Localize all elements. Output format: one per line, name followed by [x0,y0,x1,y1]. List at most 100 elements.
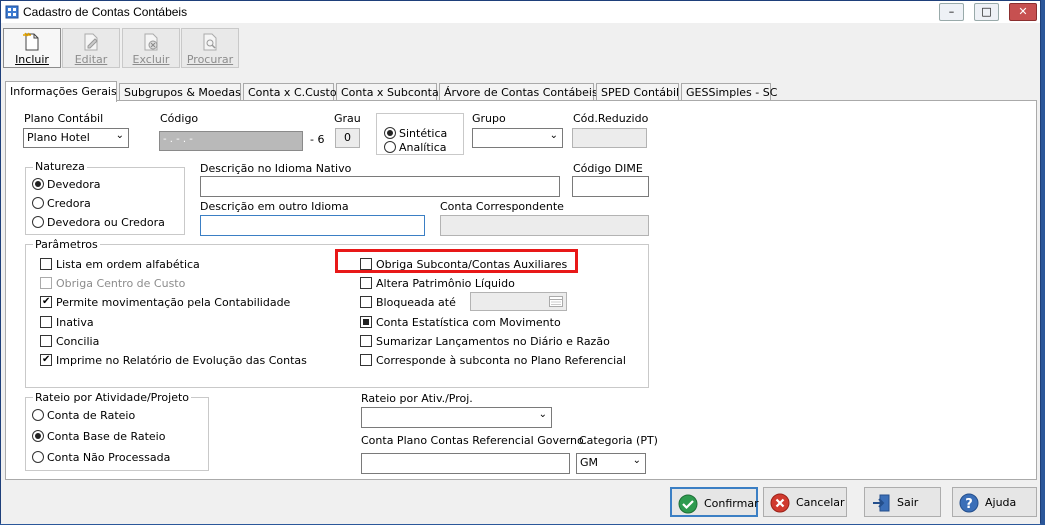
confirmar-label: Confirmar [704,497,759,510]
chevron-down-icon: ⌄ [115,130,124,141]
chk-imprime-relatorio[interactable]: Imprime no Relatório de Evolução das Con… [40,354,307,367]
chk-lista-alfabetica[interactable]: Lista em ordem alfabética [40,258,200,271]
chk-label: Corresponde à subconta no Plano Referenc… [376,354,626,367]
cancelar-button[interactable]: Cancelar [763,487,847,517]
chk-altera-patrimonio[interactable]: Altera Patrimônio Líquido [360,277,515,290]
radio-credora-indicator [32,197,44,209]
editar-button[interactable]: Editar [62,28,120,68]
tab-conta-ccusto[interactable]: Conta x C.Custo [243,83,337,101]
radio-devedora[interactable]: Devedora [32,178,101,191]
check-circle-icon [678,494,698,514]
radio-analitica-label: Analítica [399,141,447,154]
procurar-label: Procurar [186,53,234,66]
categoria-select[interactable]: GM ⌄ [576,453,646,474]
checkbox-indicator [360,335,372,347]
excluir-button[interactable]: Excluir [122,28,180,68]
parametros-title: Parâmetros [33,238,100,251]
codigo-dime-label: Código DIME [573,162,643,175]
chk-sumarizar-lancamentos[interactable]: Sumarizar Lançamentos no Diário e Razão [360,335,610,348]
plano-ref-input[interactable] [361,453,570,474]
categoria-label: Categoria (PT) [579,434,658,447]
sair-label: Sair [897,496,919,509]
main-window: Cadastro de Contas Contábeis – □ ✕ Inclu… [0,0,1041,524]
chk-label: Sumarizar Lançamentos no Diário e Razão [376,335,610,348]
new-document-icon [23,32,39,51]
desc-nativo-input[interactable] [200,176,560,197]
radio-conta-rateio[interactable]: Conta de Rateio [32,409,135,422]
chk-inativa[interactable]: Inativa [40,316,94,329]
tab-arvore-contas[interactable]: Árvore de Contas Contábeis [439,83,598,101]
codigo-field[interactable]: - . - . - [159,131,303,151]
delete-icon [144,33,158,51]
grupo-label: Grupo [472,112,506,125]
maximize-button[interactable]: □ [974,3,999,21]
radio-conta-nao-processada[interactable]: Conta Não Processada [32,451,170,464]
bloqueada-date-field[interactable] [470,292,567,311]
tab-subgrupos-moedas[interactable]: Subgrupos & Moedas [119,83,241,101]
tab-sped-contabil[interactable]: SPED Contábil [596,83,679,101]
plano-contabil-value: Plano Hotel [27,131,90,144]
minimize-button[interactable]: – [939,3,964,21]
title-bar: Cadastro de Contas Contábeis – □ ✕ [1,1,1040,23]
radio-devedora-credora[interactable]: Devedora ou Credora [32,216,165,229]
tab-gessimples[interactable]: GESSimples - SC [681,83,777,101]
desc-outro-input[interactable] [200,215,425,236]
incluir-label: Incluir [15,53,49,66]
chk-concilia[interactable]: Concilia [40,335,99,348]
window-title: Cadastro de Contas Contábeis [23,5,188,19]
chk-label: Bloqueada até [376,296,456,309]
chk-conta-estatistica[interactable]: Conta Estatística com Movimento [360,316,561,329]
radio-conta-base-rateio[interactable]: Conta Base de Rateio [32,430,165,443]
sair-button[interactable]: Sair [864,487,941,517]
radio-label: Conta Base de Rateio [47,430,166,443]
radio-analitica-indicator [384,141,396,153]
desc-nativo-label: Descrição no Idioma Nativo [200,162,352,175]
conta-corresp-field [440,215,649,236]
calendar-icon [549,296,563,307]
indeterminate-icon [360,316,372,328]
cancelar-label: Cancelar [796,496,845,509]
radio-sintetica[interactable]: Sintética [384,127,447,140]
svg-text:?: ? [965,497,973,512]
ajuda-button[interactable]: ? Ajuda [952,487,1037,517]
edit-icon [84,33,98,51]
chk-bloqueada-ate[interactable]: Bloqueada até [360,296,456,309]
incluir-button[interactable]: Incluir [3,28,61,68]
checkbox-indicator [360,296,372,308]
checkmark-icon [40,354,52,366]
confirmar-button[interactable]: Confirmar [670,487,759,517]
excluir-label: Excluir [132,53,170,66]
chk-permite-movimentacao[interactable]: Permite movimentação pela Contabilidade [40,296,290,309]
app-icon [5,5,19,19]
grau-field: 0 [335,128,360,148]
checkbox-indicator [40,258,52,270]
grupo-select[interactable]: ⌄ [472,128,563,148]
radio-devedora-credora-label: Devedora ou Credora [47,216,165,229]
radio-credora-label: Credora [47,197,91,210]
chk-label: Altera Patrimônio Líquido [376,277,515,290]
highlight-box [335,249,578,273]
rateio-ativ-select[interactable]: ⌄ [361,407,552,428]
chevron-down-icon: ⌄ [538,409,547,420]
tab-conta-subconta[interactable]: Conta x Subconta [336,83,439,101]
radio-credora[interactable]: Credora [32,197,91,210]
radio-devedora-label: Devedora [47,178,101,191]
close-button[interactable]: ✕ [1009,3,1037,21]
plano-contabil-select[interactable]: Plano Hotel ⌄ [23,128,129,148]
codigo-dime-input[interactable] [572,176,649,197]
radio-analitica[interactable]: Analítica [384,141,447,154]
checkbox-indicator [360,354,372,366]
procurar-button[interactable]: Procurar [181,28,239,68]
tab-informacoes-gerais[interactable]: Informações Gerais [5,81,117,102]
radio-indicator [32,451,44,463]
radio-sintetica-label: Sintética [399,127,448,140]
chk-label: Conta Estatística com Movimento [376,316,561,329]
ajuda-label: Ajuda [985,496,1017,509]
rateio-ativ-label: Rateio por Ativ./Proj. [361,392,473,405]
help-icon: ? [959,493,979,513]
checkmark-icon [40,296,52,308]
radio-indicator [32,409,44,421]
chk-label: Inativa [56,316,94,329]
chk-corresponde-subconta[interactable]: Corresponde à subconta no Plano Referenc… [360,354,626,367]
chk-obriga-centro-custo[interactable]: Obriga Centro de Custo [40,277,185,290]
